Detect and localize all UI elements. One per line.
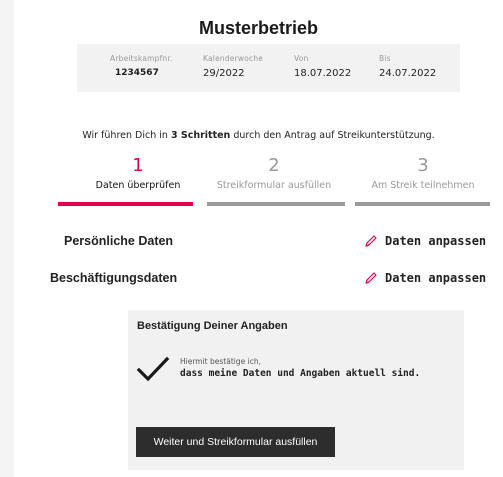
info-arbeitskampfnr: Arbeitskampfnr. 1234567 xyxy=(110,54,173,78)
info-label: Bis xyxy=(379,54,391,63)
info-label: Arbeitskampfnr. xyxy=(110,54,173,63)
step-3-progress-bar xyxy=(355,202,490,206)
info-von: Von 18.07.2022 xyxy=(294,54,351,79)
info-box: Arbeitskampfnr. 1234567 Kalenderwoche 29… xyxy=(77,44,460,92)
step-3[interactable]: 3 Am Streik teilnehmen xyxy=(343,155,503,192)
confirmation-line-2: dass meine Daten und Angaben aktuell sin… xyxy=(180,368,421,379)
step-number: 3 xyxy=(417,155,429,176)
confirmation-line-1: Hiermit bestätige ich, xyxy=(180,357,261,366)
info-value: 18.07.2022 xyxy=(294,68,352,79)
step-label: Streikformular ausfüllen xyxy=(216,180,332,191)
section-beschaeftigungsdaten: Beschäftigungsdaten Daten anpassen xyxy=(14,271,503,291)
info-value: 29/2022 xyxy=(203,68,245,79)
info-value: 1234567 xyxy=(115,68,159,78)
info-label: Kalenderwoche xyxy=(203,54,264,63)
intro-after: durch den Antrag auf Streikunterstützung… xyxy=(230,130,435,141)
section-persoenliche-daten: Persönliche Daten Daten anpassen xyxy=(14,234,503,254)
step-label: Am Streik teilnehmen xyxy=(371,180,475,191)
step-1-progress-bar xyxy=(58,202,193,206)
confirmation-title: Bestätigung Deiner Angaben xyxy=(137,320,288,332)
step-2[interactable]: 2 Streikformular ausfüllen xyxy=(194,155,354,192)
section-title: Beschäftigungsdaten xyxy=(50,271,178,285)
info-bis: Bis 24.07.2022 xyxy=(379,54,436,79)
info-label: Von xyxy=(294,54,309,63)
intro-bold: 3 Schritten xyxy=(170,130,231,141)
checkmark-icon[interactable] xyxy=(136,355,170,383)
intro-text: Wir führen Dich in 3 Schritten durch den… xyxy=(14,130,503,141)
confirmation-box: Bestätigung Deiner Angaben Hiermit bestä… xyxy=(128,310,464,470)
edit-employment-data-link[interactable]: Daten anpassen xyxy=(364,271,486,285)
intro-before: Wir führen Dich in xyxy=(82,130,171,141)
pencil-icon xyxy=(365,235,377,247)
pencil-icon xyxy=(365,272,377,284)
company-name: Musterbetrieb xyxy=(198,18,319,38)
page: Musterbetrieb Arbeitskampfnr. 1234567 Ka… xyxy=(14,0,503,477)
edit-label: Daten anpassen xyxy=(385,271,487,285)
info-kalenderwoche: Kalenderwoche 29/2022 xyxy=(203,54,263,79)
step-2-progress-bar xyxy=(207,202,345,206)
section-title: Persönliche Daten xyxy=(64,234,174,248)
info-value: 24.07.2022 xyxy=(379,68,437,79)
step-number: 2 xyxy=(268,155,280,176)
edit-label: Daten anpassen xyxy=(385,234,487,248)
continue-button[interactable]: Weiter und Streikformular ausfüllen xyxy=(136,427,335,457)
edit-personal-data-link[interactable]: Daten anpassen xyxy=(364,234,486,248)
